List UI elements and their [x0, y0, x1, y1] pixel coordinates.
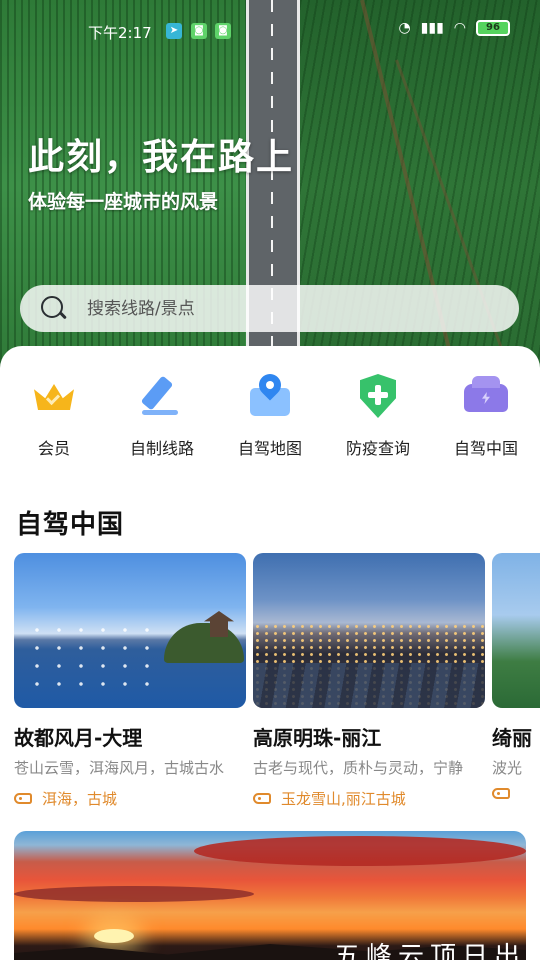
app-screen: 下午2:17 ➤ ◙ ◙ ◔ ▮▮▮ ◠ 96 此刻，我在路上 体验每一座城市的…: [0, 0, 540, 960]
route-image: [253, 553, 485, 708]
search-bar[interactable]: [20, 285, 519, 332]
route-title: 故都风月-大理: [14, 726, 143, 750]
route-title: 高原明珠-丽江: [253, 726, 382, 750]
quick-action-label: 自驾中国: [453, 439, 518, 458]
hero-title: 此刻，我在路上: [28, 137, 295, 178]
route-tags: 洱海，古城: [14, 788, 246, 809]
notification-app-icon-2: ◙: [215, 23, 231, 39]
location-app-icon: ➤: [166, 23, 182, 39]
route-desc: 古老与现代，质朴与灵动，宁静: [253, 759, 464, 777]
route-tag-text: 洱海，古城: [42, 790, 118, 808]
pencil-icon: [140, 374, 184, 418]
alarm-icon: ◔: [398, 20, 411, 36]
route-card-third[interactable]: 绮丽 波光: [492, 553, 540, 799]
map-pin-icon: [248, 369, 292, 418]
shield-plus-icon: [356, 374, 400, 418]
route-card-dali[interactable]: 故都风月-大理 苍山云雪，洱海风月，古城古水 洱海，古城: [14, 553, 246, 809]
signal-icon: ▮▮▮: [420, 20, 444, 36]
quick-action-label: 会员: [37, 439, 70, 458]
tag-icon: [14, 793, 32, 804]
route-tags: 玉龙雪山,丽江古城: [253, 788, 485, 809]
crown-icon: [32, 374, 76, 418]
section-title: 自驾中国: [16, 510, 125, 540]
route-carousel[interactable]: 故都风月-大理 苍山云雪，洱海风月，古城古水 洱海，古城 高原明珠-丽江 古老与…: [14, 553, 540, 813]
search-input[interactable]: [87, 298, 467, 319]
battery-icon: 96: [476, 20, 510, 36]
quick-action-drive-china[interactable]: 自驾中国: [432, 366, 540, 459]
route-title: 绮丽: [492, 726, 532, 750]
quick-action-drive-map[interactable]: 自驾地图: [216, 366, 324, 459]
route-desc: 波光: [492, 759, 523, 777]
feature-card[interactable]: 五峰云顶日出: [14, 831, 526, 960]
status-time: 下午2:17: [88, 24, 152, 42]
quick-action-custom-route[interactable]: 自制线路: [108, 366, 216, 459]
quick-action-label: 自制线路: [129, 439, 194, 458]
feature-caption: 五峰云顶日出: [333, 942, 526, 960]
content-panel: 会员 自制线路 自驾地图 防疫查询 自驾中国 自驾中国 故都风月-大理 苍山云雪…: [0, 346, 540, 960]
route-image: [492, 553, 540, 708]
quick-action-vip[interactable]: 会员: [0, 366, 108, 459]
quick-actions: 会员 自制线路 自驾地图 防疫查询 自驾中国: [0, 366, 540, 466]
status-bar: 下午2:17 ➤ ◙ ◙ ◔ ▮▮▮ ◠ 96: [0, 0, 540, 62]
tag-icon: [253, 793, 271, 804]
tag-icon: [492, 788, 510, 799]
search-icon: [41, 295, 67, 322]
wifi-icon: ◠: [453, 20, 466, 36]
feature-cloud: [194, 836, 526, 866]
route-card-lijiang[interactable]: 高原明珠-丽江 古老与现代，质朴与灵动，宁静 玉龙雪山,丽江古城: [253, 553, 485, 809]
route-tag-text: 玉龙雪山,丽江古城: [281, 790, 406, 808]
car-icon: [464, 374, 508, 418]
quick-action-label: 防疫查询: [345, 439, 410, 458]
feature-cloud-2: [14, 886, 254, 902]
feature-sun: [94, 929, 134, 943]
status-right: ◔ ▮▮▮ ◠ 96: [398, 20, 510, 36]
hero-banner: 下午2:17 ➤ ◙ ◙ ◔ ▮▮▮ ◠ 96 此刻，我在路上 体验每一座城市的…: [0, 0, 540, 372]
notification-app-icon: ◙: [191, 23, 207, 39]
route-tags: [492, 788, 540, 799]
quick-action-label: 自驾地图: [237, 439, 302, 458]
route-image: [14, 553, 246, 708]
quick-action-epidemic-query[interactable]: 防疫查询: [324, 366, 432, 459]
route-desc: 苍山云雪，洱海风月，古城古水: [14, 759, 225, 777]
hero-subtitle: 体验每一座城市的风景: [28, 191, 219, 213]
